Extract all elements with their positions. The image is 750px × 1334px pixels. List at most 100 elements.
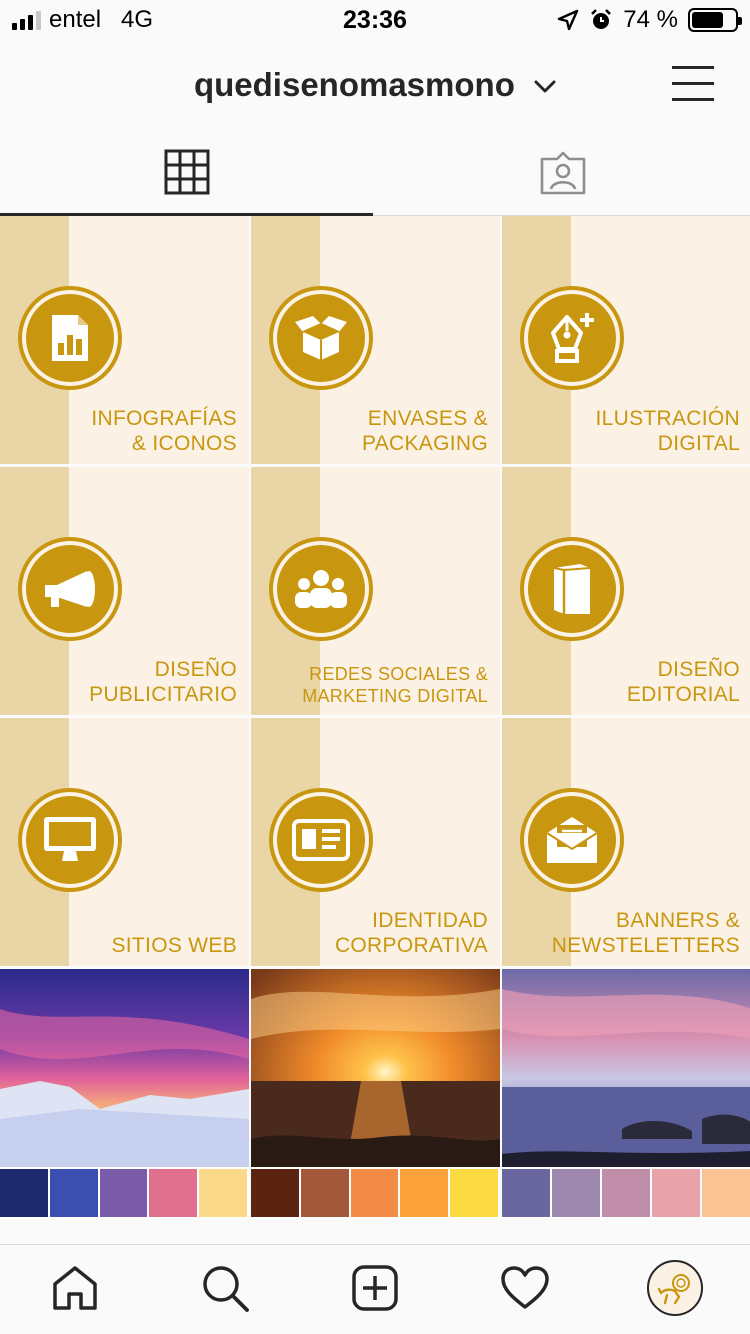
post-identidad[interactable]: IDENTIDAD CORPORATIVA <box>251 718 500 966</box>
ocean-sunset-image <box>251 969 500 1167</box>
heart-icon <box>501 1266 549 1309</box>
label-line-2: PACKAGING <box>361 432 488 455</box>
people-icon <box>295 570 347 608</box>
tile-badge <box>18 286 122 390</box>
book-icon <box>553 564 591 614</box>
tagged-person-icon <box>540 151 585 195</box>
posts-grid: INFOGRAFÍAS & ICONOS ENVASES & PACKAGING I… <box>0 216 750 1219</box>
tab-grid[interactable] <box>0 130 373 216</box>
tile-badge <box>18 788 122 892</box>
activity-button[interactable] <box>500 1263 550 1313</box>
tile-label: ENVASES & PACKAGING <box>362 406 488 456</box>
box-icon <box>295 316 347 360</box>
label-line-2: NEWSTELETTERS <box>551 934 740 957</box>
megaphone-icon <box>45 571 95 607</box>
post-sitios-web[interactable]: SITIOS WEB <box>0 718 249 966</box>
infographic-icon <box>52 315 88 361</box>
label-line-1: ENVASES & <box>367 407 488 430</box>
swatch <box>602 1169 650 1217</box>
tile-badge <box>18 537 122 641</box>
color-palette <box>251 1167 500 1219</box>
tile-label: ILUSTRACIÓN DIGITAL <box>596 406 741 456</box>
label-line-2: SITIOS WEB <box>111 934 237 957</box>
swatch <box>0 1169 48 1217</box>
tile-label: BANNERS & NEWSTELETTERS <box>552 908 740 958</box>
post-ilustracion[interactable]: ILUSTRACIÓN DIGITAL <box>502 216 750 464</box>
pink-sky-sea-image <box>502 969 750 1167</box>
post-publicitario[interactable]: DISEÑO PUBLICITARIO <box>0 467 249 715</box>
post-redes-sociales[interactable]: REDES SOCIALES & MARKETING DIGITAL <box>251 467 500 715</box>
tile-label: DISEÑO PUBLICITARIO <box>89 657 237 707</box>
username: quedisenomasmono <box>193 66 515 103</box>
label-line-1: BANNERS & <box>615 909 740 932</box>
tile-badge <box>269 788 373 892</box>
tile-badge <box>520 537 624 641</box>
tile-badge <box>520 286 624 390</box>
id-card-icon <box>292 819 350 861</box>
home-button[interactable] <box>50 1263 100 1313</box>
add-post-button[interactable] <box>350 1263 400 1313</box>
pen-nib-icon <box>551 313 594 363</box>
monitor-icon <box>44 817 96 861</box>
location-arrow-icon <box>558 9 579 31</box>
swatch <box>251 1169 299 1217</box>
status-bar: entel 4G 23:36 74 % <box>0 0 750 40</box>
post-infografias[interactable]: INFOGRAFÍAS & ICONOS <box>0 216 249 464</box>
label-line-2: EDITORIAL <box>626 683 740 706</box>
search-button[interactable] <box>200 1263 250 1313</box>
tile-label: DISEÑO EDITORIAL <box>627 657 740 707</box>
tile-badge <box>269 286 373 390</box>
label-line-2: MARKETING DIGITAL <box>302 686 488 706</box>
swatch <box>199 1169 247 1217</box>
tile-label: INFOGRAFÍAS & ICONOS <box>91 406 237 456</box>
post-banners[interactable]: BANNERS & NEWSTELETTERS <box>502 718 750 966</box>
tile-badge <box>269 537 373 641</box>
label-line-2: PUBLICITARIO <box>89 683 237 706</box>
label-line-1: DISEÑO <box>657 658 740 681</box>
label-line-2: DIGITAL <box>657 432 740 455</box>
swatch <box>552 1169 600 1217</box>
profile-tabs <box>0 130 750 216</box>
hamburger-icon[interactable] <box>672 64 714 102</box>
label-line-2: & ICONOS <box>131 432 237 455</box>
tab-tagged[interactable] <box>376 130 749 216</box>
battery-percent: 74 % <box>623 6 678 33</box>
swatch <box>300 1169 349 1217</box>
chevron-down-icon <box>534 80 556 93</box>
battery-icon <box>688 8 742 32</box>
label-line-1: REDES SOCIALES & <box>309 664 488 684</box>
label-line-1: ILUSTRACIÓN <box>595 407 740 430</box>
swatch <box>502 1169 550 1217</box>
swatch <box>450 1169 498 1217</box>
envelope-icon <box>546 817 598 863</box>
grid-icon <box>164 149 209 194</box>
label-line-1: INFOGRAFÍAS <box>91 407 237 430</box>
swatch <box>400 1169 449 1217</box>
post-mountain-sunset[interactable] <box>0 969 249 1219</box>
add-post-icon <box>352 1265 398 1311</box>
tile-badge <box>520 788 624 892</box>
alarm-icon <box>591 9 612 29</box>
profile-button[interactable] <box>647 1260 703 1316</box>
swatch <box>149 1169 198 1217</box>
label-line-1: IDENTIDAD <box>372 909 488 932</box>
post-ocean-sunset[interactable] <box>251 969 500 1219</box>
mountain-sunset-image <box>0 969 249 1167</box>
bottom-tab-bar <box>0 1244 750 1334</box>
monkey-logo-icon <box>657 1274 690 1305</box>
swatch <box>702 1169 750 1217</box>
label-line-2: CORPORATIVA <box>334 934 488 957</box>
post-editorial[interactable]: DISEÑO EDITORIAL <box>502 467 750 715</box>
color-palette <box>502 1167 750 1219</box>
profile-header: quedisenomasmono <box>0 40 750 130</box>
label-line-1: DISEÑO <box>154 658 237 681</box>
color-palette <box>0 1167 249 1219</box>
post-pink-sky-sea[interactable] <box>502 969 750 1219</box>
post-envases[interactable]: ENVASES & PACKAGING <box>251 216 500 464</box>
tile-label: REDES SOCIALES & MARKETING DIGITAL <box>302 663 488 707</box>
tile-label: SITIOS WEB <box>111 933 237 958</box>
status-right: 74 % <box>557 6 742 34</box>
swatch <box>350 1169 399 1217</box>
tile-label: IDENTIDAD CORPORATIVA <box>335 908 488 958</box>
account-switcher[interactable]: quedisenomasmono <box>0 66 750 104</box>
